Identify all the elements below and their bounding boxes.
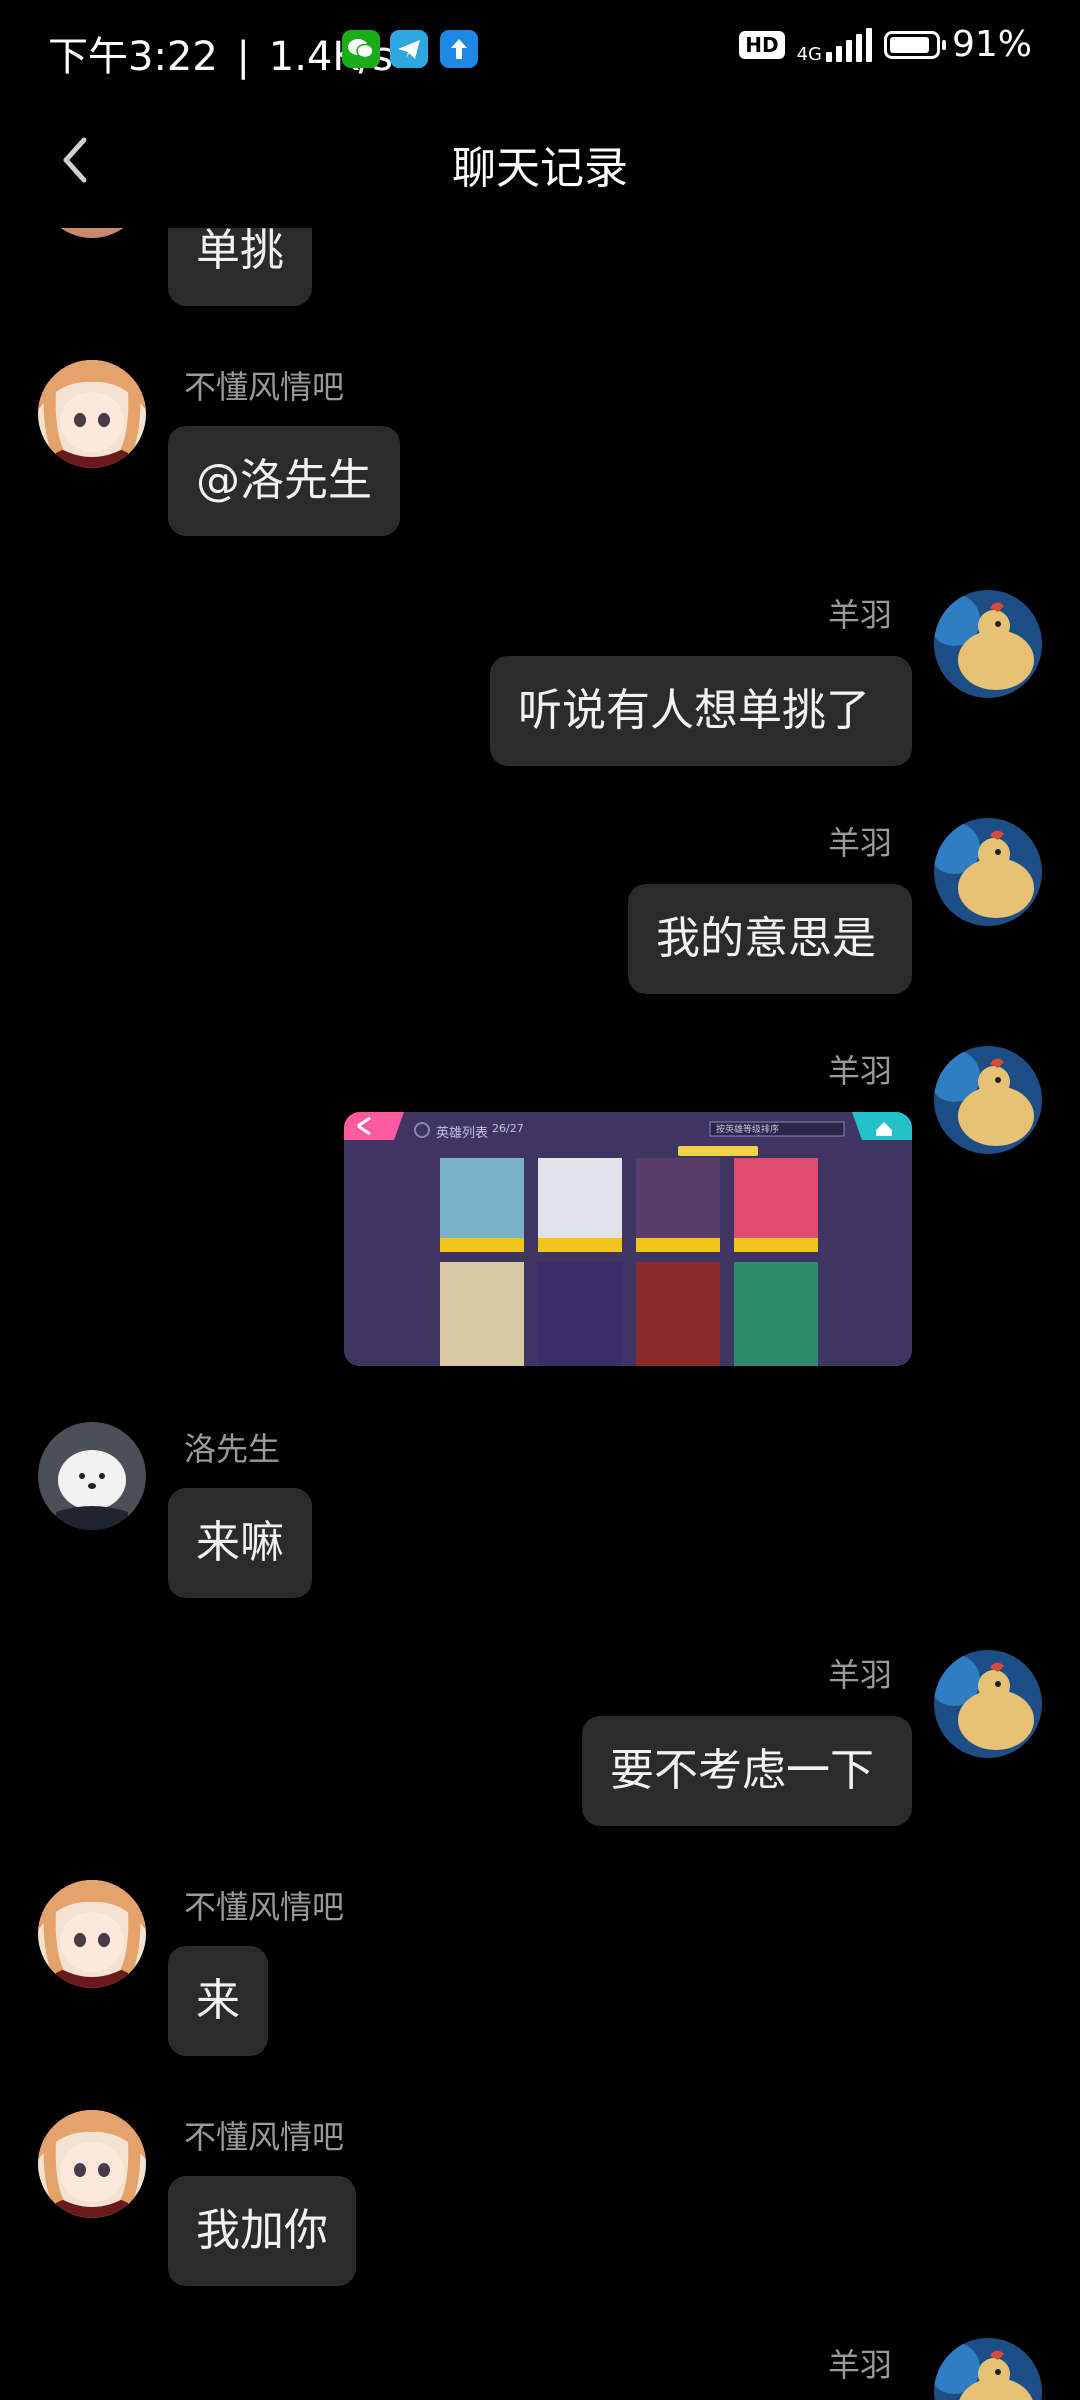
avatar[interactable] <box>38 228 146 238</box>
avatar[interactable] <box>934 1650 1042 1758</box>
image-dropdown: 按英雄等级排序 <box>716 1125 780 1135</box>
signal-icon: 4G <box>796 27 872 65</box>
sender-name: 羊羽 <box>828 824 893 862</box>
time-text: 下午3:22 <box>48 34 218 80</box>
nav-bar: 聊天记录 <box>0 110 1080 210</box>
game-screenshot <box>344 1112 912 1366</box>
status-right: HD 4G 91% <box>739 24 1032 65</box>
message-bubble[interactable]: 单挑 <box>168 228 312 306</box>
avatar[interactable] <box>934 1046 1042 1154</box>
message-bubble[interactable]: 听说有人想单挑了 <box>490 656 912 766</box>
avatar[interactable] <box>934 818 1042 926</box>
image-title: 英雄列表 <box>436 1126 489 1141</box>
message-bubble[interactable]: 我加你 <box>168 2176 356 2286</box>
separator: | <box>236 34 251 80</box>
sender-name: 不懂风情吧 <box>184 368 345 406</box>
hd-badge: HD <box>739 30 785 59</box>
upload-icon <box>440 30 478 68</box>
image-count: 26/27 <box>492 1122 524 1135</box>
sender-name: 羊羽 <box>828 1052 893 1090</box>
sender-name: 羊羽 <box>828 1656 893 1694</box>
wechat-icon <box>342 30 380 68</box>
avatar[interactable] <box>38 1422 146 1530</box>
message-bubble[interactable]: 要不考虑一下 <box>582 1716 912 1826</box>
sender-name: 不懂风情吧 <box>184 1888 345 1926</box>
sender-name: 洛先生 <box>184 1430 281 1468</box>
message-bubble[interactable]: @洛先生 <box>168 426 400 536</box>
battery-icon <box>883 30 946 59</box>
avatar[interactable] <box>38 2110 146 2218</box>
sender-name: 羊羽 <box>828 596 893 634</box>
telegram-icon <box>390 30 428 68</box>
battery-percent: 91% <box>951 24 1032 65</box>
image-message[interactable]: 英雄列表 26/27 按英雄等级排序 <box>344 1112 912 1366</box>
status-bar: 下午3:22 | 1.4K/s HD 4G 91% <box>0 0 1080 100</box>
avatar[interactable] <box>38 360 146 468</box>
battery-fill <box>889 36 930 53</box>
chat-list[interactable]: 单挑 不懂风情吧 @洛先生 羊羽 听说有人想单挑了 羊羽 我的意思是 羊羽 英雄… <box>0 228 1080 2400</box>
avatar[interactable] <box>934 2338 1042 2400</box>
message-bubble[interactable]: 来嘛 <box>168 1488 312 1598</box>
message-bubble[interactable]: 来 <box>168 1946 268 2056</box>
sender-name: 羊羽 <box>828 2346 893 2384</box>
avatar[interactable] <box>934 590 1042 698</box>
network-type: 4G <box>796 43 822 65</box>
avatar[interactable] <box>38 1880 146 1988</box>
message-bubble[interactable]: 我的意思是 <box>628 884 912 994</box>
sender-name: 不懂风情吧 <box>184 2118 345 2156</box>
page-title: 聊天记录 <box>452 143 628 194</box>
